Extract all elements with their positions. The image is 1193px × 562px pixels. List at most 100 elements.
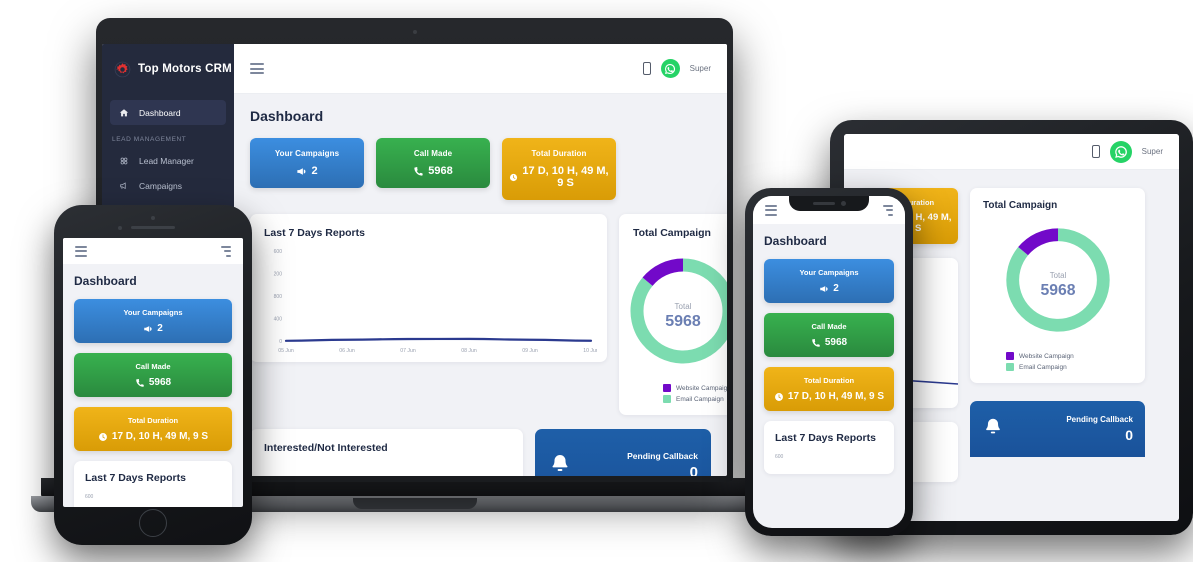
- phone-icon: [414, 166, 423, 176]
- kpi-value: 2: [157, 323, 163, 334]
- kpi-label: Call Made: [135, 362, 171, 371]
- mobile-phone-icon[interactable]: [1091, 145, 1100, 158]
- line-chart-svg: 600 200 800 400 0 05 Jun 06 Jun 07 Jun 08 Jun 09 …: [274, 249, 599, 354]
- kpi-card-total-duration[interactable]: Total Duration 17 D, 10 H, 49 M, 9 S: [502, 138, 616, 200]
- laptop-notch-lip: [352, 498, 477, 509]
- donut-slice-website[interactable]: [642, 258, 684, 287]
- kpi-label: Your Campaigns: [123, 308, 183, 317]
- y-tick-label: 0: [279, 339, 282, 345]
- phone-icon: [812, 338, 820, 347]
- sidebar-item-campaigns[interactable]: Campaigns: [110, 173, 226, 198]
- kpi-card-your-campaigns[interactable]: Your Campaigns 2: [74, 299, 232, 343]
- donut-slice-website[interactable]: [1017, 228, 1058, 256]
- kpi-card-call-made[interactable]: Call Made 5968: [376, 138, 490, 188]
- hamburger-icon[interactable]: [250, 63, 264, 74]
- phone-body: Dashboard Your Campaigns 2 Call Made 596…: [753, 224, 905, 484]
- legend-item-website[interactable]: Website Campaign: [1006, 352, 1074, 360]
- reports-card-title: Last 7 Days Reports: [775, 432, 876, 444]
- campaign-card-title: Total Campaign: [983, 200, 1058, 211]
- donut-center-value: 5968: [1040, 282, 1075, 299]
- kpi-card-your-campaigns[interactable]: Your Campaigns 2: [764, 259, 894, 303]
- topbar-right: Super: [642, 59, 711, 78]
- line-chart: 600 200 800 400 0 05 Jun 06 Jun 07 Jun 08 Jun 09 …: [250, 243, 607, 370]
- last-7-days-reports-card: Last 7 Days Reports 600 200 800 400 0 05 Jun 0…: [250, 214, 607, 362]
- megaphone-icon: [297, 167, 306, 175]
- sidebar-item-campaigns-label: Campaigns: [139, 180, 182, 191]
- reports-card-title: Last 7 Days Reports: [85, 472, 186, 484]
- donut-chart: Total 5968 Website Campaign Email Campai…: [970, 213, 1145, 383]
- callback-label: Pending Callback: [627, 451, 698, 461]
- home-button[interactable]: [139, 509, 167, 537]
- kpi-row: Your Campaigns 2 Call Made 5968 Total Du…: [250, 138, 711, 200]
- kpi-card-total-duration[interactable]: Total Duration 17 D, 10 H, 49 M, 9 S: [764, 367, 894, 411]
- legend-item-email[interactable]: Email Campaign: [663, 395, 727, 403]
- clock-icon: [774, 392, 783, 401]
- kpi-card-call-made[interactable]: Call Made 5968: [74, 353, 232, 397]
- hamburger-icon[interactable]: [765, 204, 777, 216]
- pending-callback-card[interactable]: Pending Callback 0: [970, 401, 1145, 457]
- y-tick-label: 200: [274, 272, 283, 278]
- brand-name: Top Motors CRM: [138, 63, 232, 75]
- legend-label-email: Email Campaign: [676, 395, 724, 403]
- kpi-card-call-made[interactable]: Call Made 5968: [764, 313, 894, 357]
- legend-swatch-email: [1006, 363, 1014, 371]
- phone-home-shell: Dashboard Your Campaigns 2 Call Made 596…: [54, 205, 252, 545]
- options-menu-icon[interactable]: [221, 245, 231, 257]
- dashboard-main: Dashboard Your Campaigns 2 Call Made 596…: [234, 94, 727, 476]
- whatsapp-icon[interactable]: [660, 59, 680, 78]
- legend-item-website[interactable]: Website Campaign: [663, 384, 727, 392]
- legend-item-email[interactable]: Email Campaign: [1006, 363, 1074, 371]
- user-label[interactable]: Super: [1142, 147, 1163, 156]
- campaign-card-title: Total Campaign: [633, 227, 711, 239]
- kpi-label: Your Campaigns: [799, 268, 859, 277]
- sensor-icon: [151, 216, 155, 220]
- sidebar-lead-group: Lead Manager Campaigns: [102, 148, 234, 198]
- kpi-value: 17 D, 10 H, 49 M, 9 S: [522, 165, 609, 189]
- front-camera-icon: [840, 201, 846, 206]
- sidebar-item-lead-manager[interactable]: Lead Manager: [110, 148, 226, 173]
- kpi-value: 2: [311, 165, 318, 177]
- kpi-card-total-duration[interactable]: Total Duration 17 D, 10 H, 49 M, 9 S: [74, 407, 232, 451]
- legend-swatch-email: [663, 395, 671, 403]
- mobile-phone-icon[interactable]: [642, 62, 651, 75]
- pending-callback-card[interactable]: Pending Callback 0: [535, 429, 711, 476]
- megaphone-icon: [118, 180, 129, 191]
- topbar: Super: [234, 44, 727, 94]
- user-label[interactable]: Super: [690, 64, 711, 73]
- sidebar-item-dashboard[interactable]: Dashboard: [110, 100, 226, 125]
- clock-icon: [509, 173, 518, 181]
- kpi-value: 2: [833, 283, 839, 294]
- sidebar-primary-group: Dashboard: [102, 94, 234, 125]
- kpi-value-wrap: 17 D, 10 H, 49 M, 9 S: [509, 165, 609, 189]
- y-tick-label: 600: [775, 454, 784, 460]
- hamburger-icon[interactable]: [75, 245, 87, 257]
- legend-label-email: Email Campaign: [1019, 363, 1067, 371]
- tablet-topbar: Super: [844, 134, 1179, 170]
- kpi-value-wrap: 5968: [80, 377, 226, 388]
- brand[interactable]: Top Motors CRM: [102, 44, 234, 94]
- kpi-card-your-campaigns[interactable]: Your Campaigns 2: [250, 138, 364, 188]
- whatsapp-icon[interactable]: [1109, 140, 1132, 163]
- callback-value: 0: [689, 464, 698, 476]
- options-menu-icon[interactable]: [883, 204, 893, 216]
- kpi-value: 17 D, 10 H, 49 M, 9 S: [787, 391, 885, 402]
- legend-swatch-website: [1006, 352, 1014, 360]
- donut-center-value: 5968: [665, 313, 701, 330]
- phone-notch-device: Dashboard Your Campaigns 2 Call Made 596…: [745, 188, 913, 536]
- kpi-label: Total Duration: [803, 376, 855, 385]
- bell-icon: [982, 416, 1004, 443]
- reports-card-title: Last 7 Days Reports: [264, 227, 365, 239]
- clock-icon: [98, 432, 107, 441]
- kpi-value: 17 D, 10 H, 49 M, 9 S: [111, 431, 209, 442]
- donut-chart-svg: Total 5968: [630, 258, 727, 364]
- last-7-days-reports-card: Last 7 Days Reports 600: [764, 421, 894, 474]
- kpi-label: Total Duration: [127, 416, 179, 425]
- kpi-value-wrap: 5968: [770, 337, 888, 348]
- kpi-value-wrap: 5968: [383, 165, 483, 177]
- callback-text-group: Pending Callback 0: [1066, 415, 1133, 443]
- y-tick-label: 600: [85, 494, 94, 500]
- phone-notch: [789, 196, 869, 211]
- front-camera-icon: [118, 226, 122, 230]
- kpi-value-wrap: 2: [770, 283, 888, 294]
- x-tick-label: 10 Jun: [583, 348, 597, 354]
